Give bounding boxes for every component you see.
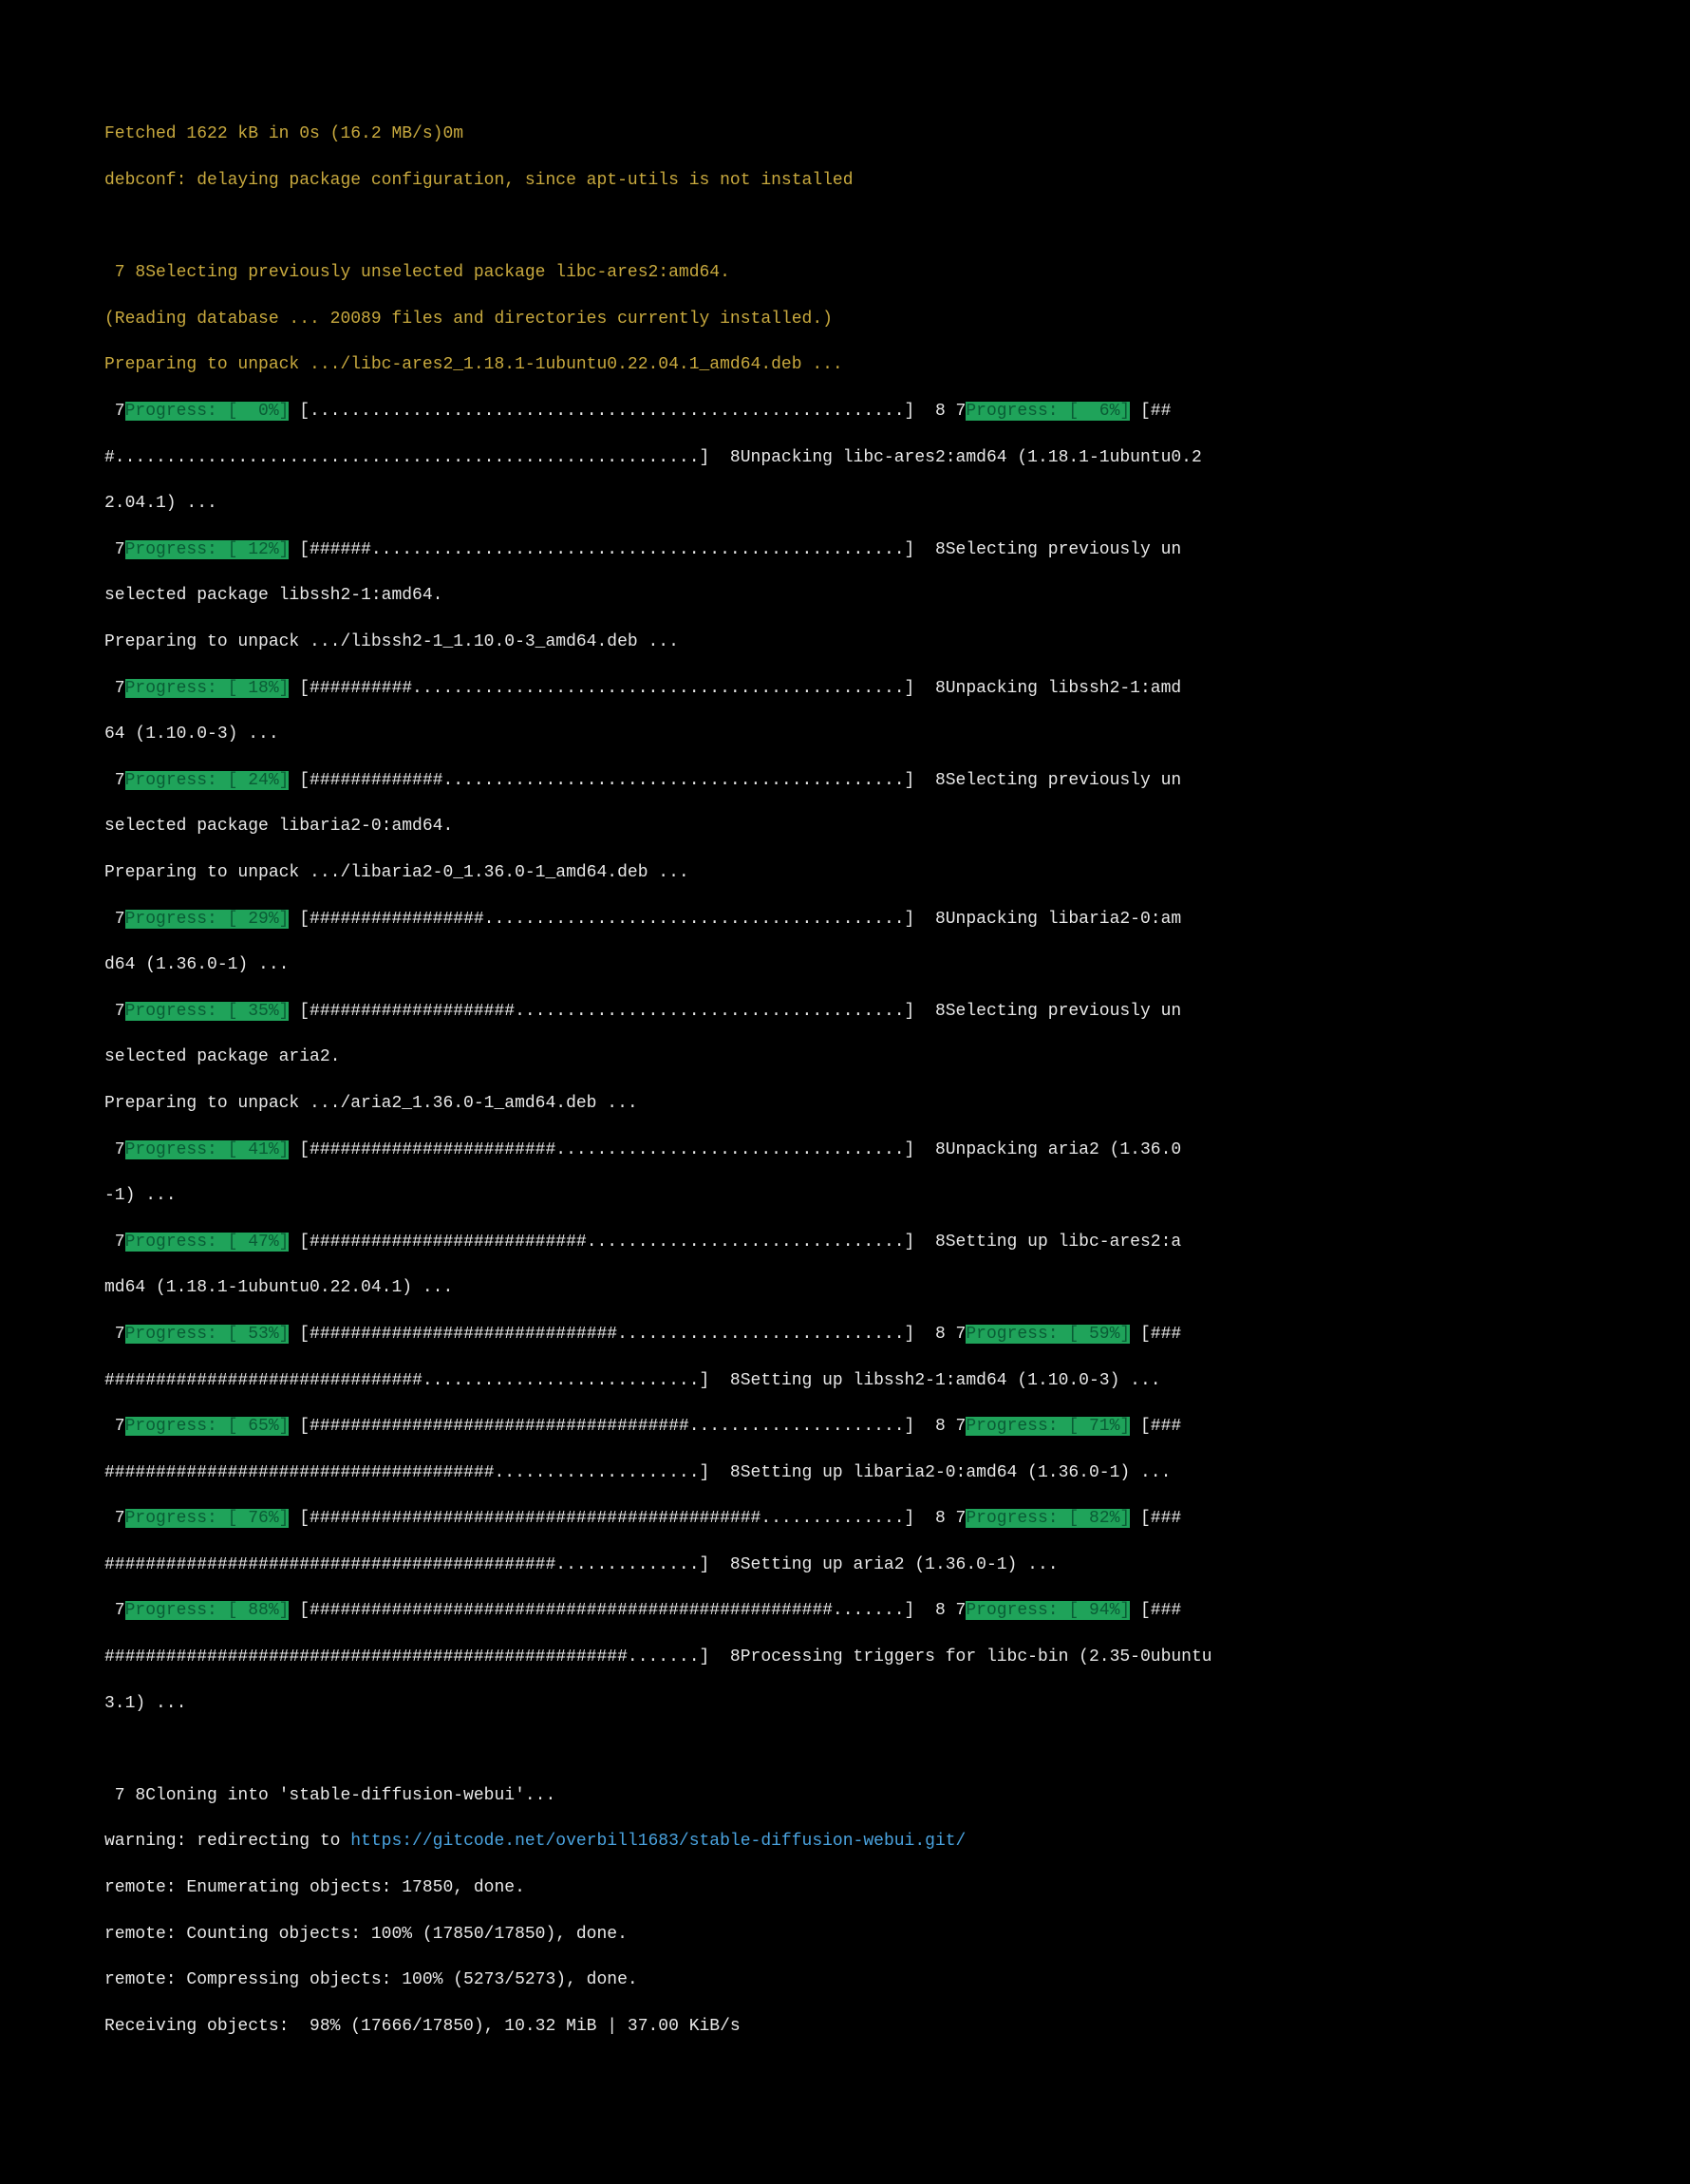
progress-badge-94: Progress: [ 94%]	[966, 1601, 1130, 1620]
progress-row-0: 7Progress: [ 0%] [......................…	[104, 400, 1690, 423]
progress-badge-41: Progress: [ 41%]	[125, 1140, 290, 1159]
progress-row-18: 7Progress: [ 18%] [##########...........…	[104, 677, 1690, 700]
progress-badge-0: Progress: [ 0%]	[125, 402, 290, 421]
triggers-libcbin-2: 3.1) ...	[104, 1692, 1690, 1715]
selected-libaria: selected package libaria2-0:amd64.	[104, 815, 1690, 838]
selected-aria2: selected package aria2.	[104, 1045, 1690, 1068]
progress-row-65: 7Progress: [ 65%] [#####################…	[104, 1415, 1690, 1438]
progress-badge-35: Progress: [ 35%]	[125, 1002, 290, 1021]
progress-badge-65: Progress: [ 65%]	[125, 1417, 290, 1436]
setup-libaria: ######################################..…	[104, 1461, 1690, 1484]
progress-row-12: 7Progress: [ 12%] [######...............…	[104, 538, 1690, 561]
progress-badge-47: Progress: [ 47%]	[125, 1233, 290, 1252]
selected-libssh: selected package libssh2-1:amd64.	[104, 584, 1690, 607]
progress-badge-12: Progress: [ 12%]	[125, 540, 290, 559]
progress-cont-6b: 2.04.1) ...	[104, 492, 1690, 515]
unpack-libaria: d64 (1.36.0-1) ...	[104, 953, 1690, 976]
progress-badge-82: Progress: [ 82%]	[966, 1509, 1130, 1528]
progress-badge-71: Progress: [ 71%]	[966, 1417, 1130, 1436]
setup-libssh: ###############################.........…	[104, 1369, 1690, 1392]
progress-badge-59: Progress: [ 59%]	[966, 1325, 1130, 1344]
progress-badge-53: Progress: [ 53%]	[125, 1325, 290, 1344]
setup-aria2: ########################################…	[104, 1553, 1690, 1576]
unpack-aria2: -1) ...	[104, 1184, 1690, 1207]
unpack-libssh: 64 (1.10.0-3) ...	[104, 723, 1690, 745]
git-redirect-url: https://gitcode.net/overbill1683/stable-…	[350, 1832, 966, 1851]
progress-cont-6: #.......................................…	[104, 446, 1690, 469]
preparing-aria2: Preparing to unpack .../aria2_1.36.0-1_a…	[104, 1092, 1690, 1115]
preparing-libssh: Preparing to unpack .../libssh2-1_1.10.0…	[104, 631, 1690, 653]
progress-badge-88: Progress: [ 88%]	[125, 1601, 290, 1620]
terminal-output: Fetched 1622 kB in 0s (16.2 MB/s)0m debc…	[104, 100, 1690, 2061]
progress-row-88: 7Progress: [ 88%] [#####################…	[104, 1599, 1690, 1622]
fetched-line: Fetched 1622 kB in 0s (16.2 MB/s)0m	[104, 122, 1690, 145]
progress-badge-76: Progress: [ 76%]	[125, 1509, 290, 1528]
git-enumerating: remote: Enumerating objects: 17850, done…	[104, 1876, 1690, 1899]
reading-db-line: (Reading database ... 20089 files and di…	[104, 308, 1690, 330]
git-receiving: Receiving objects: 98% (17666/17850), 10…	[104, 2015, 1690, 2038]
debconf-line: debconf: delaying package configuration,…	[104, 169, 1690, 192]
progress-badge-29: Progress: [ 29%]	[125, 910, 290, 929]
selecting-line: 7 8Selecting previously unselected packa…	[104, 261, 1690, 284]
progress-row-53: 7Progress: [ 53%] [#####################…	[104, 1323, 1690, 1346]
setup-libcares: md64 (1.18.1-1ubuntu0.22.04.1) ...	[104, 1276, 1690, 1299]
preparing-libaria: Preparing to unpack .../libaria2-0_1.36.…	[104, 861, 1690, 884]
progress-badge-18: Progress: [ 18%]	[125, 679, 290, 698]
progress-badge-6: Progress: [ 6%]	[966, 402, 1130, 421]
progress-row-41: 7Progress: [ 41%] [#####################…	[104, 1139, 1690, 1161]
git-counting: remote: Counting objects: 100% (17850/17…	[104, 1923, 1690, 1946]
progress-row-35: 7Progress: [ 35%] [####################.…	[104, 1000, 1690, 1023]
progress-row-29: 7Progress: [ 29%] [#################....…	[104, 908, 1690, 931]
progress-row-47: 7Progress: [ 47%] [#####################…	[104, 1231, 1690, 1253]
git-cloning: 7 8Cloning into 'stable-diffusion-webui'…	[104, 1784, 1690, 1807]
progress-row-76: 7Progress: [ 76%] [#####################…	[104, 1507, 1690, 1530]
git-compressing: remote: Compressing objects: 100% (5273/…	[104, 1968, 1690, 1991]
progress-badge-24: Progress: [ 24%]	[125, 771, 290, 790]
progress-row-24: 7Progress: [ 24%] [#############........…	[104, 769, 1690, 792]
git-warning: warning: redirecting to https://gitcode.…	[104, 1830, 1690, 1853]
preparing-line: Preparing to unpack .../libc-ares2_1.18.…	[104, 353, 1690, 376]
triggers-libcbin: ########################################…	[104, 1646, 1690, 1668]
